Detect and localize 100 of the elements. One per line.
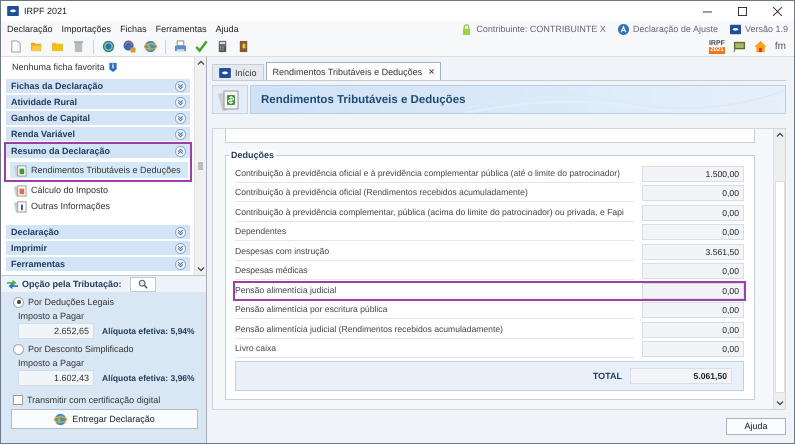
scrollbar[interactable] [194,57,206,275]
sync-icon[interactable] [102,40,115,53]
chevron-icon [175,226,186,238]
menu-item[interactable]: Ferramentas [156,24,207,34]
accordion-header[interactable]: Atividade Rural [6,95,190,109]
menu-item[interactable]: Importações [62,24,112,34]
globe-icon[interactable] [144,40,157,53]
accordion-header[interactable]: Renda Variável [6,127,190,141]
chevron-icon [175,242,186,254]
amount-field: 2.652,65 [18,323,94,339]
tab[interactable]: Início [212,64,264,80]
version-label: Versão 1.9 [744,24,788,34]
radio-option[interactable]: Por Deduções Legais [13,295,200,309]
checkbox-label: Transmitir com certificação digital [27,395,160,405]
chevron-icon [175,112,186,124]
help-button[interactable]: Ajuda [726,418,786,435]
monitor-icon[interactable] [732,40,746,53]
amount-field: 1.602,43 [18,370,94,386]
percent-icon [14,184,27,196]
scroll-down-icon[interactable] [196,265,204,273]
tab[interactable]: Rendimentos Tributáveis e Deduções [266,62,442,80]
home-icon[interactable] [754,40,767,53]
deduction-label: Dependentes [235,223,634,242]
deduction-label: Contribuição à previdência oficial e à previdência complementar pública (até o limite do patrocinador) [235,164,634,183]
menu-item[interactable]: Declaração [7,24,53,34]
amount-field[interactable]: 0,00 [642,302,744,318]
printer-icon[interactable] [174,40,187,53]
calculator-icon[interactable] [216,40,229,53]
amount-field[interactable]: 1.500,00 [642,166,744,182]
chevron-icon [175,80,186,92]
total-field: 5.061,50 [630,368,732,384]
swap-arrows-icon [7,278,18,290]
letter-a-badge-icon [618,24,629,34]
rate-label: Alíquota efetiva: 5,94% [102,326,195,336]
close-icon[interactable] [773,6,782,16]
section-title: Deduções [229,150,276,160]
accordion-header[interactable]: Imprimir [6,241,190,255]
scroll-up-icon[interactable] [196,59,204,67]
amount-field[interactable]: 0,00 [642,322,744,338]
page-title: Rendimentos Tributáveis e Deduções [261,94,466,106]
close-icon[interactable] [429,69,434,74]
amount-field[interactable]: 3.561,50 [642,244,744,260]
deduction-label: Pensão alimentícia por escritura pública [235,301,634,320]
radio-button[interactable] [13,344,24,354]
scroll-thumb[interactable] [774,181,784,393]
amount-field[interactable]: 0,00 [642,341,744,358]
fm-button[interactable]: fm [774,41,786,52]
search-button[interactable] [130,276,156,292]
submit-button[interactable]: Entregar Declaração [11,409,198,429]
accordion-header[interactable]: Ferramentas [6,257,190,271]
favorites-label: Nenhuma ficha favorita [12,62,105,72]
checkbox[interactable] [13,395,23,405]
menu-item[interactable]: Ajuda [216,24,239,34]
scrollbar[interactable] [773,129,785,409]
accordion-header[interactable]: Resumo da Declaração [6,144,190,158]
sync-lock-icon[interactable] [123,40,136,53]
scroll-up-icon[interactable] [776,131,784,140]
radio-option[interactable]: Por Desconto Simplificado [13,342,200,356]
deduction-label: Pensão alimentícia judicial [235,284,338,297]
window-title: IRPF 2021 [24,6,68,16]
scroll-thumb[interactable] [198,162,203,170]
search-icon [138,279,148,289]
declaration-type-label: Declaração de Ajuste [632,24,718,34]
amount-field[interactable]: 0,00 [642,282,744,299]
deduction-label: Despesas com instrução [235,242,634,261]
globe-icon [54,412,68,426]
sidebar-item[interactable]: Rendimentos Tributáveis e Deduções [10,162,188,178]
maximize-icon[interactable] [738,6,747,16]
deduction-label: Contribuição à previdência oficial (Rendimentos recebidos acumuladamente) [235,184,634,202]
accordion-header[interactable]: Ganhos de Capital [6,111,190,125]
section-title: Opção pela Tributação: [22,279,122,289]
new-document-icon[interactable] [9,40,22,53]
amount-field[interactable]: 0,00 [642,185,744,202]
chevron-icon [175,258,186,270]
chevron-icon [175,128,186,140]
radio-label: Por Deduções Legais [28,297,114,307]
info-icon [108,62,117,72]
menu-item[interactable]: Fichas [120,24,147,34]
trash-icon[interactable] [72,40,85,53]
field-label: Imposto a Pagar [18,311,86,321]
rate-label: Alíquota efetiva: 3,96% [102,373,195,383]
amount-field[interactable]: 0,00 [642,263,744,280]
amount-field[interactable]: 0,00 [642,204,744,221]
radio-button[interactable] [13,296,24,308]
book-icon[interactable] [237,40,250,53]
field-label: Imposto a Pagar [18,358,86,368]
info-document-icon [14,200,27,212]
deduction-label: Despesas médicas [235,262,634,280]
scroll-down-icon[interactable] [776,398,784,407]
amount-field[interactable]: 0,00 [642,224,744,240]
flag-icon [219,68,231,78]
deduction-label: Contribuição à previdência complementar, pública (acima do limite do patrocinador) ou privada, e Fapi [235,204,634,222]
chevron-icon [175,146,186,156]
sidebar-item[interactable]: Outras Informações [6,198,190,214]
sidebar-item[interactable]: Cálculo do Imposto [6,182,190,198]
accordion-header[interactable]: Declaração [6,225,190,239]
app-flag-icon [7,6,19,16]
chevron-icon [175,96,186,108]
check-icon[interactable] [195,40,208,53]
accordion-header[interactable]: Fichas da Declaração [6,79,190,93]
